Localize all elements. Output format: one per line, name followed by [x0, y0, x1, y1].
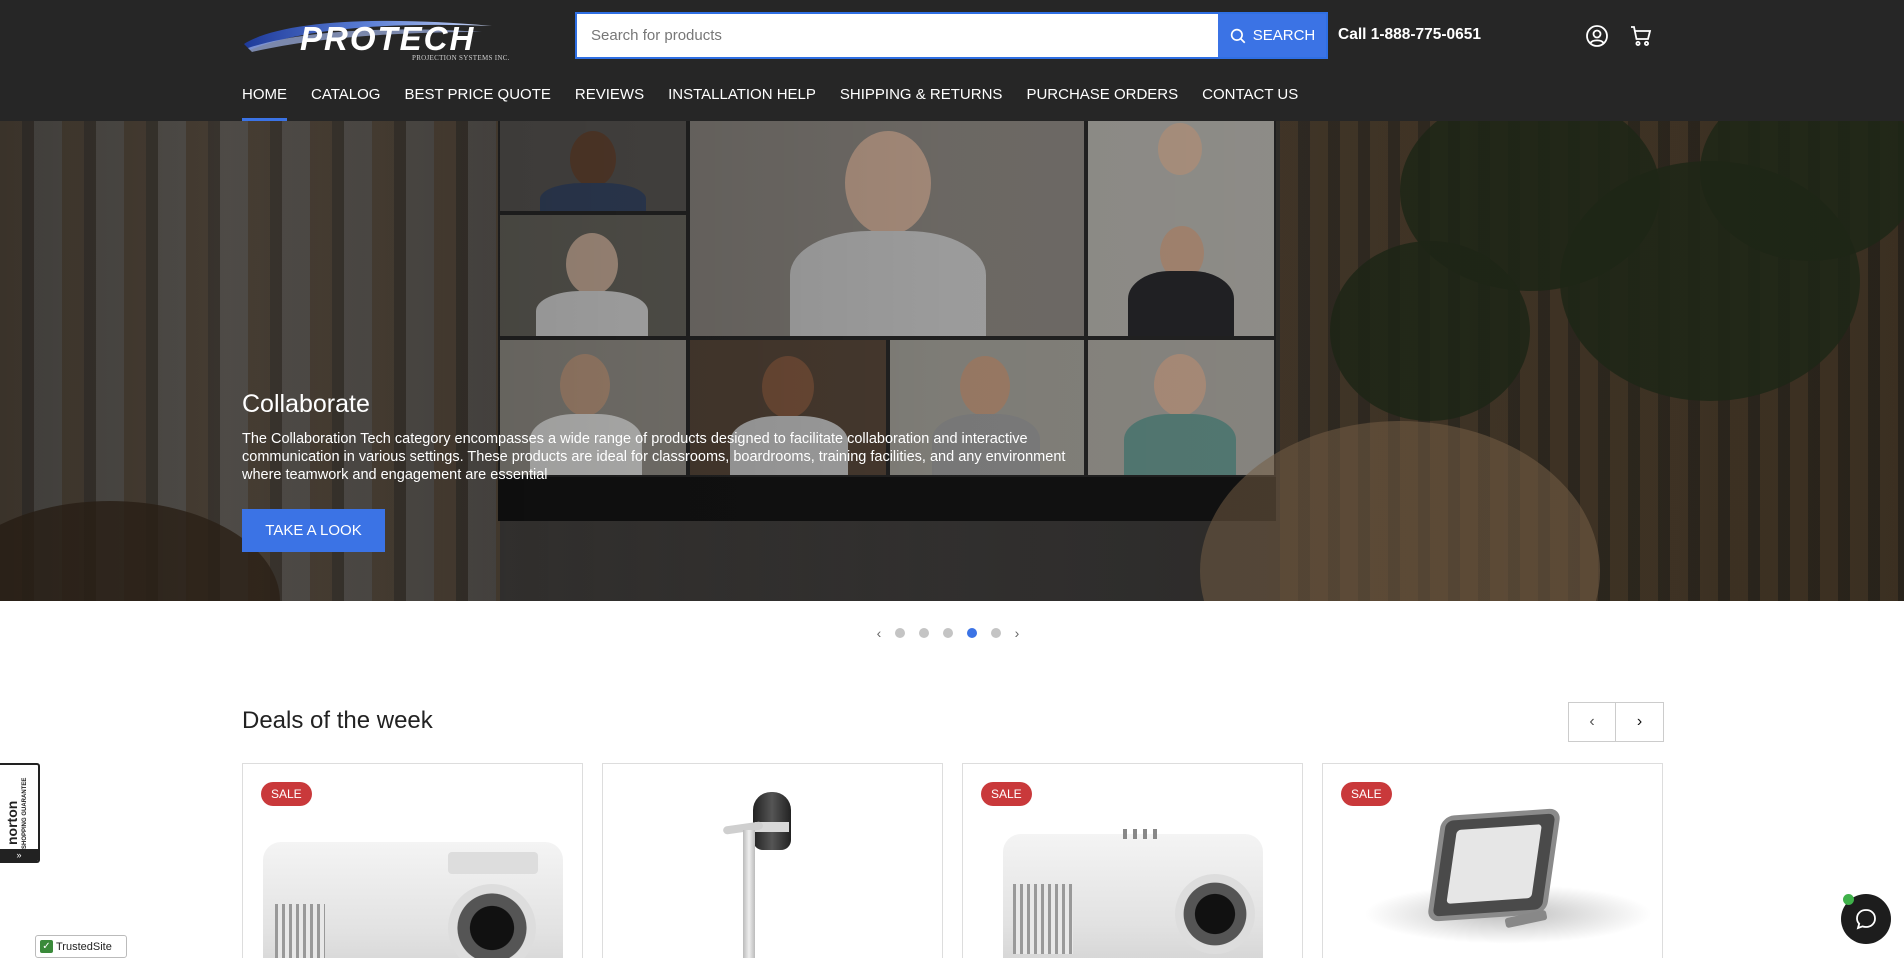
- trustedsite-badge[interactable]: ✓ TrustedSite: [35, 935, 127, 958]
- slider-pagination: ‹ ›: [870, 624, 1026, 642]
- deals-prev-button[interactable]: ‹: [1568, 702, 1616, 742]
- logo-subtext: PROJECTION SYSTEMS INC.: [412, 54, 510, 62]
- take-a-look-button[interactable]: TAKE A LOOK: [242, 509, 385, 552]
- slider-dot-2[interactable]: [919, 628, 929, 638]
- slider-dot-5[interactable]: [991, 628, 1001, 638]
- chat-bubble-icon: [1856, 909, 1876, 930]
- online-status-icon: [1843, 894, 1854, 905]
- norton-subtext: SHOPPING GUARANTEE: [22, 777, 28, 849]
- main-nav: HOME CATALOG BEST PRICE QUOTE REVIEWS IN…: [242, 86, 1322, 121]
- slider-dot-3[interactable]: [943, 628, 953, 638]
- search-icon: [1230, 28, 1246, 43]
- slider-next-icon[interactable]: ›: [1008, 624, 1026, 642]
- norton-shopping-guarantee-badge[interactable]: norton SHOPPING GUARANTEE »: [0, 763, 40, 863]
- slider-prev-icon[interactable]: ‹: [870, 624, 888, 642]
- norton-logo-text: norton: [4, 800, 20, 845]
- logo-text: PROTECH: [300, 20, 476, 57]
- product-card[interactable]: SALE: [962, 763, 1303, 958]
- slider-dot-1[interactable]: [895, 628, 905, 638]
- chat-button[interactable]: [1841, 894, 1891, 944]
- slider-dot-4[interactable]: [967, 628, 977, 638]
- site-header: PROTECH PROJECTION SYSTEMS INC. SEARCH C…: [0, 0, 1904, 121]
- product-card[interactable]: SALE: [1322, 763, 1663, 958]
- search-bar: SEARCH: [575, 12, 1328, 59]
- deals-carousel-nav: ‹ ›: [1568, 702, 1664, 742]
- search-button-label: SEARCH: [1252, 27, 1316, 44]
- check-icon: ✓: [40, 940, 53, 953]
- protech-logo[interactable]: PROTECH PROJECTION SYSTEMS INC.: [242, 14, 509, 62]
- sale-badge: SALE: [981, 782, 1032, 806]
- sale-badge: SALE: [261, 782, 312, 806]
- nav-installation-help[interactable]: INSTALLATION HELP: [668, 86, 816, 121]
- product-card[interactable]: SALE: [242, 763, 583, 958]
- nav-home[interactable]: HOME: [242, 86, 287, 121]
- nav-purchase-orders[interactable]: PURCHASE ORDERS: [1026, 86, 1178, 121]
- nav-reviews[interactable]: REVIEWS: [575, 86, 644, 121]
- nav-best-price-quote[interactable]: BEST PRICE QUOTE: [404, 86, 550, 121]
- phone-number[interactable]: Call 1-888-775-0651: [1338, 26, 1481, 44]
- nav-shipping-returns[interactable]: SHIPPING & RETURNS: [840, 86, 1003, 121]
- hero-description: The Collaboration Tech category encompas…: [242, 431, 1066, 483]
- product-card[interactable]: [602, 763, 943, 958]
- norton-expand-icon: »: [0, 849, 38, 861]
- nav-contact-us[interactable]: CONTACT US: [1202, 86, 1298, 121]
- sale-badge: SALE: [1341, 782, 1392, 806]
- trustedsite-label: TrustedSite: [56, 940, 112, 953]
- nav-catalog[interactable]: CATALOG: [311, 86, 380, 121]
- deals-product-list: SALE SALE SALE: [242, 763, 1663, 958]
- search-input[interactable]: [577, 14, 1218, 57]
- cart-icon[interactable]: [1629, 24, 1653, 48]
- deals-next-button[interactable]: ›: [1616, 702, 1664, 742]
- user-circle-icon[interactable]: [1585, 24, 1609, 48]
- deals-section-title: Deals of the week: [242, 707, 433, 734]
- hero-title: Collaborate: [242, 390, 370, 418]
- search-button[interactable]: SEARCH: [1218, 14, 1326, 57]
